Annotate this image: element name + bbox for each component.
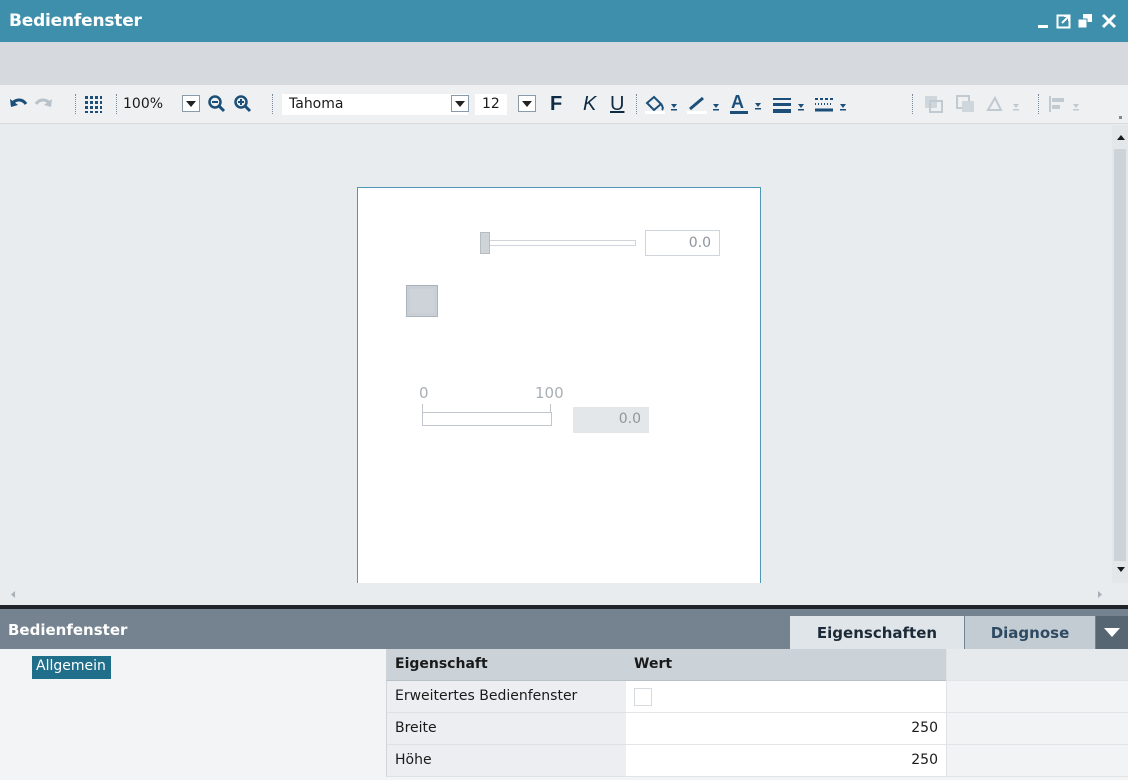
- toolbar-separator: [272, 94, 273, 114]
- bold-button[interactable]: F: [550, 93, 562, 116]
- underline-button[interactable]: U: [610, 93, 624, 116]
- line-color-icon[interactable]: [685, 92, 723, 116]
- property-name: Breite: [386, 713, 626, 745]
- font-size-select[interactable]: 12: [475, 94, 507, 115]
- menu-strip: [0, 42, 1128, 85]
- font-family-value: Tahoma: [289, 96, 344, 112]
- property-checkbox[interactable]: [634, 688, 652, 706]
- toolbar-separator: [1038, 94, 1039, 114]
- window-titlebar: Bedienfenster: [0, 0, 1128, 42]
- italic-button[interactable]: K: [583, 93, 596, 116]
- tab-diagnostics[interactable]: Diagnose: [965, 616, 1095, 649]
- font-size-value: 12: [482, 96, 500, 112]
- redo-icon[interactable]: [32, 92, 54, 116]
- column-header-property[interactable]: Eigenschaft: [386, 649, 626, 681]
- toolbar-separator: [912, 94, 913, 114]
- rotate-icon[interactable]: [984, 92, 1024, 116]
- table-row[interactable]: Erweitertes Bedienfenster: [386, 681, 1128, 713]
- inspector-body: Allgemein Eigenschaft Wert Erweitertes B…: [0, 649, 1128, 780]
- minimize-icon[interactable]: [1036, 13, 1052, 29]
- scroll-left-icon[interactable]: [10, 590, 16, 599]
- line-width-icon[interactable]: [770, 92, 808, 116]
- toolbar-separator: [636, 94, 637, 114]
- vertical-scroll-thumb[interactable]: [1114, 149, 1126, 561]
- toolbar-separator: [116, 94, 117, 114]
- restore-icon[interactable]: [1077, 13, 1093, 29]
- scroll-right-icon[interactable]: [1097, 590, 1103, 599]
- bar-tick: [422, 404, 423, 412]
- fill-color-icon[interactable]: [643, 92, 681, 116]
- font-family-dropdown-button[interactable]: [451, 95, 469, 112]
- table-row[interactable]: Breite 250: [386, 713, 1128, 745]
- scroll-down-icon[interactable]: [1116, 566, 1126, 574]
- zoom-dropdown-button[interactable]: [182, 95, 200, 112]
- font-color-icon[interactable]: A: [727, 92, 765, 116]
- svg-text:A: A: [731, 93, 744, 112]
- toolbar-separator: [75, 94, 76, 114]
- tab-properties[interactable]: Eigenschaften: [790, 616, 964, 649]
- property-value[interactable]: [626, 681, 946, 713]
- tab-menu-button[interactable]: [1096, 616, 1128, 649]
- zoom-out-icon[interactable]: [206, 92, 228, 116]
- close-icon[interactable]: [1100, 13, 1118, 29]
- checkbox-control[interactable]: [406, 285, 438, 317]
- bar-min-label: 0: [419, 384, 429, 402]
- undo-icon[interactable]: [8, 92, 30, 116]
- window-title: Bedienfenster: [9, 11, 142, 31]
- inspector-title: Bedienfenster: [8, 621, 128, 639]
- bar-value-field[interactable]: 0.0: [573, 407, 649, 433]
- nav-item-general[interactable]: Allgemein: [32, 656, 111, 679]
- vertical-scrollbar[interactable]: [1112, 125, 1128, 583]
- design-canvas[interactable]: 0.0 0 100 0.0: [0, 125, 1112, 587]
- font-size-dropdown-button[interactable]: [518, 95, 536, 112]
- property-groups: Allgemein: [0, 649, 386, 780]
- bring-front-icon[interactable]: [920, 92, 948, 116]
- property-value[interactable]: 250: [626, 713, 946, 745]
- property-name: Höhe: [386, 745, 626, 777]
- zoom-in-icon[interactable]: [232, 92, 254, 116]
- font-family-select[interactable]: Tahoma: [282, 94, 468, 115]
- table-row[interactable]: Höhe 250: [386, 745, 1128, 777]
- slider-track[interactable]: [481, 240, 636, 246]
- property-value[interactable]: 250: [626, 745, 946, 777]
- slider-value-field[interactable]: 0.0: [645, 230, 720, 256]
- bar-tick: [550, 404, 551, 412]
- bar-max-label: 100: [535, 384, 564, 402]
- format-toolbar: 100% Tahoma 12 F K U A: [0, 85, 1128, 124]
- zoom-value[interactable]: 100%: [123, 96, 163, 112]
- property-name: Erweitertes Bedienfenster: [386, 681, 626, 713]
- bar-graph[interactable]: [422, 412, 552, 426]
- column-header-value[interactable]: Wert: [626, 649, 946, 681]
- detach-icon[interactable]: [1056, 13, 1072, 29]
- scroll-up-icon[interactable]: [1116, 133, 1126, 141]
- table-header: Eigenschaft Wert: [386, 649, 1128, 681]
- align-icon[interactable]: [1046, 92, 1086, 116]
- horizontal-scrollbar[interactable]: [0, 583, 1128, 605]
- faceplate-panel[interactable]: 0.0 0 100 0.0: [357, 187, 761, 587]
- send-back-icon[interactable]: [952, 92, 980, 116]
- line-style-icon[interactable]: [812, 92, 850, 116]
- slider-thumb[interactable]: [480, 232, 490, 254]
- inspector-header: Bedienfenster Eigenschaften Diagnose: [0, 609, 1128, 649]
- grid-icon[interactable]: [82, 92, 104, 116]
